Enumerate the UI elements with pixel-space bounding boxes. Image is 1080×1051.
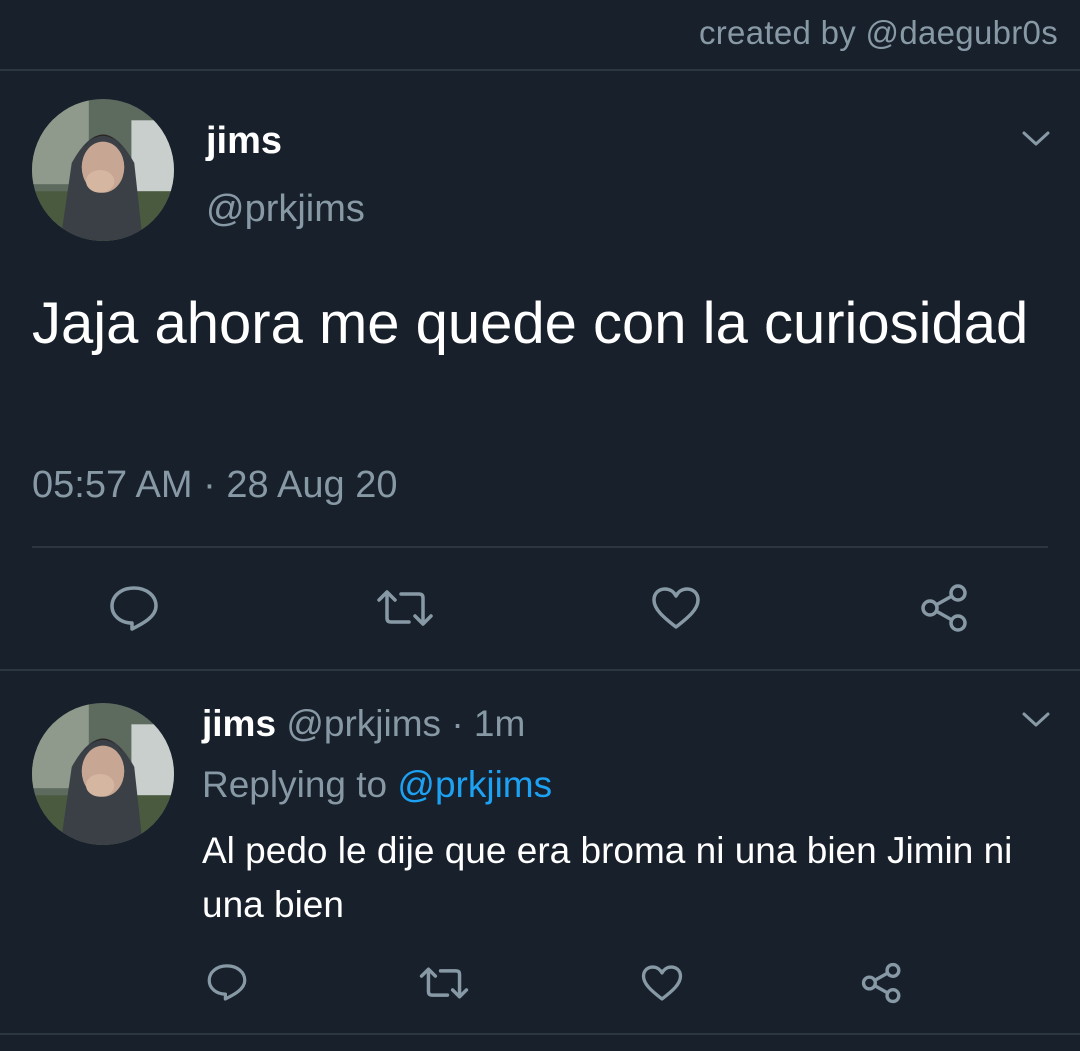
reply-icon[interactable]	[206, 962, 248, 1002]
tweet-text: Jaja ahora me quede con la curiosidad	[32, 291, 1029, 356]
reply-text: Al pedo le dije que era broma ni una bie…	[202, 830, 1013, 925]
avatar[interactable]	[32, 703, 174, 845]
credit-watermark: created by @daegubr0s	[698, 14, 1058, 51]
like-icon[interactable]	[651, 586, 701, 630]
divider	[0, 1033, 1080, 1035]
avatar-photo-icon	[32, 99, 174, 241]
avatar[interactable]	[32, 99, 174, 241]
retweet-icon[interactable]	[418, 964, 470, 1002]
chevron-down-icon[interactable]	[1021, 130, 1051, 148]
reply-header: jims @prkjims · 1m	[202, 703, 525, 745]
display-name[interactable]: jims	[206, 120, 282, 163]
avatar-photo-icon	[32, 703, 174, 845]
reply-icon[interactable]	[108, 584, 160, 632]
share-icon[interactable]	[861, 962, 903, 1004]
share-icon[interactable]	[920, 583, 970, 633]
retweet-icon[interactable]	[375, 586, 435, 630]
tweet-timestamp[interactable]: 05:57 AM · 28 Aug 20	[32, 464, 398, 507]
reply-meta: @prkjims · 1m	[286, 703, 526, 744]
divider	[32, 546, 1048, 548]
mention-link[interactable]: @prkjims	[397, 764, 552, 805]
divider	[0, 69, 1080, 71]
replying-label: Replying to	[202, 764, 398, 805]
user-handle[interactable]: @prkjims	[206, 188, 365, 231]
chevron-down-icon[interactable]	[1021, 711, 1051, 729]
divider	[0, 669, 1080, 671]
display-name[interactable]: jims	[202, 703, 276, 744]
like-icon[interactable]	[641, 964, 683, 1002]
replying-to: Replying to @prkjims	[202, 764, 552, 806]
